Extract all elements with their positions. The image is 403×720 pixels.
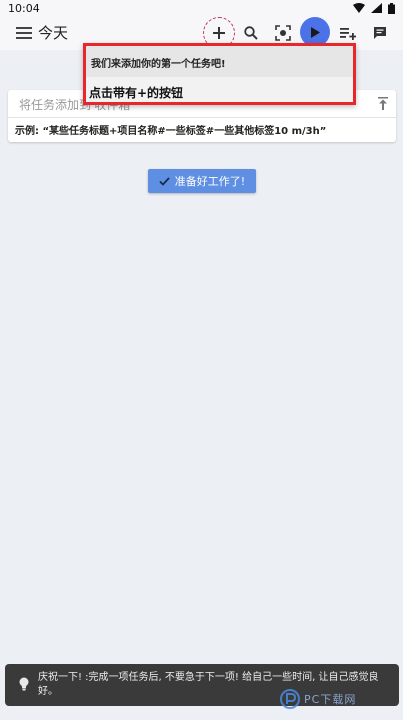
task-example-hint: 示例: “某些任务标题+项目名称#一些标签#一些其他标签10 m/3h” [15, 126, 327, 137]
watermark: PC下载网 [280, 688, 356, 710]
pin-button[interactable] [378, 95, 388, 114]
wifi-icon [353, 3, 365, 13]
ready-to-work-button[interactable]: 准备好工作了! [148, 169, 256, 193]
watermark-text: PC下载网 [304, 693, 357, 706]
pin-top-icon [378, 97, 388, 110]
status-icons [353, 2, 395, 14]
add-list-button[interactable] [336, 21, 360, 45]
comment-icon [374, 27, 386, 39]
onboarding-tip-popup[interactable]: 我们来添加你的第一个任务吧! 点击带有+的按钮 [83, 43, 356, 105]
page-title: 今天 [38, 24, 69, 42]
hamburger-icon [16, 27, 32, 39]
target-icon [275, 25, 291, 41]
content-area [0, 50, 403, 720]
status-bar: 10:04 [0, 0, 403, 16]
search-icon [244, 26, 258, 40]
comments-button[interactable] [368, 21, 392, 45]
lightbulb-icon [19, 676, 29, 695]
tip-title: 我们来添加你的第一个任务吧! [91, 59, 226, 70]
ready-button-label: 准备好工作了! [174, 175, 246, 188]
card-divider [8, 117, 396, 118]
plus-icon [213, 27, 225, 39]
status-time: 10:04 [8, 1, 40, 15]
battery-icon [388, 2, 395, 14]
tip-instruction: 点击带有+的按钮 [89, 86, 184, 100]
menu-button[interactable] [12, 22, 36, 44]
focus-button[interactable] [271, 21, 295, 45]
watermark-logo-icon [280, 689, 300, 709]
playlist-add-icon [340, 27, 356, 40]
check-icon [159, 176, 170, 186]
search-button[interactable] [239, 21, 263, 45]
signal-icon [371, 3, 382, 13]
play-icon [311, 26, 320, 38]
